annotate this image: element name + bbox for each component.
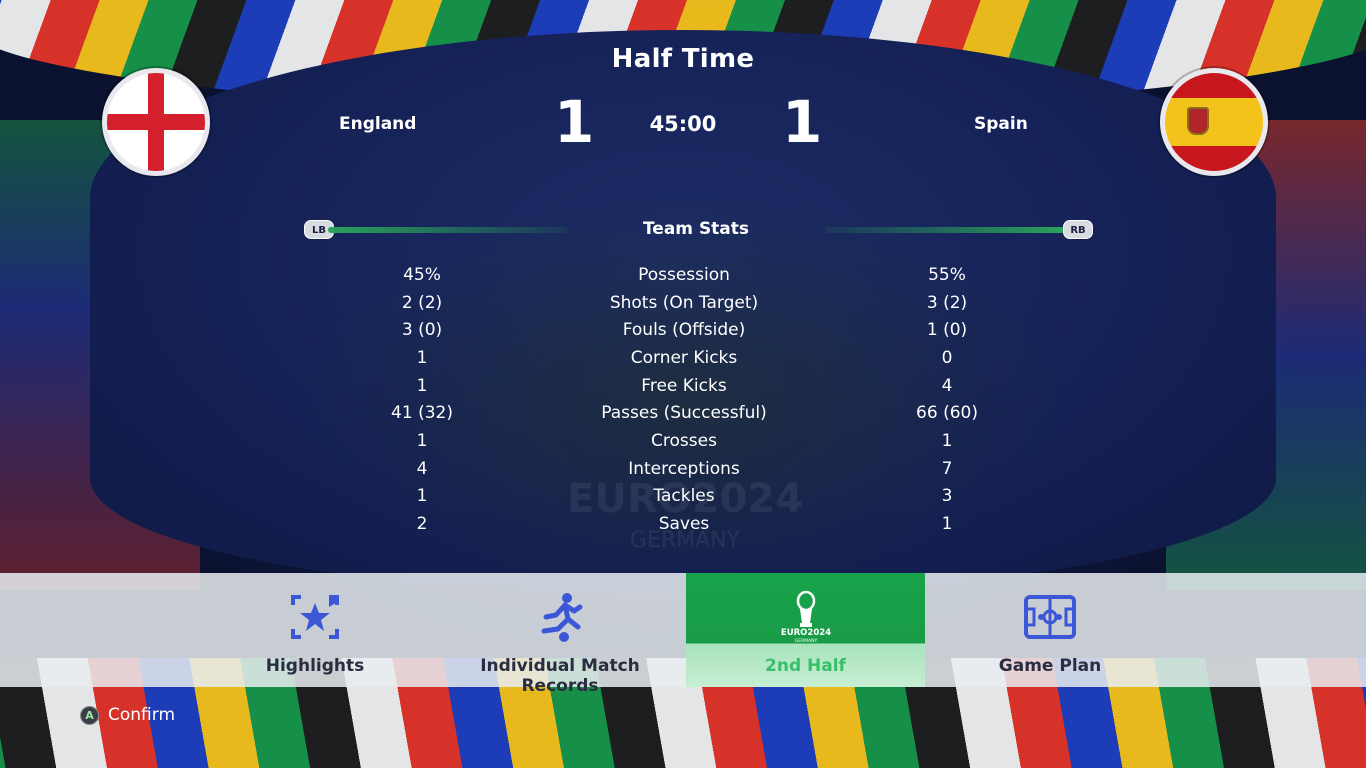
euro-icon-subtext: GERMANY	[794, 638, 817, 644]
stat-home-value: 1	[416, 348, 428, 368]
game-plan-pitch-icon	[1024, 595, 1076, 639]
stat-label: Shots (On Target)	[609, 293, 759, 313]
page-title: Half Time	[611, 44, 755, 74]
stat-home-value: 1	[416, 376, 428, 396]
stat-away-value: 7	[941, 459, 953, 479]
stats-header: LB Team Stats RB	[300, 218, 1093, 242]
menu-item-2nd-half[interactable]: EURO2024 GERMANY 2nd Half	[686, 573, 925, 687]
stat-label: Possession	[638, 265, 730, 285]
away-team-name: Spain	[974, 114, 1028, 134]
a-button-icon: A	[80, 706, 99, 725]
left-divider-bar	[328, 227, 568, 233]
stat-label: Tackles	[653, 486, 715, 506]
away-score: 1	[782, 88, 823, 156]
stat-row: 2 (2) Shots (On Target) 3 (2)	[300, 293, 1093, 319]
stat-label: Corner Kicks	[630, 348, 738, 368]
menu-item-label: 2nd Half	[765, 656, 846, 676]
flag-cross-vertical	[148, 73, 164, 171]
spain-crest-icon	[1187, 107, 1209, 135]
stat-home-value: 41 (32)	[391, 403, 453, 423]
stat-row: 1 Free Kicks 4	[300, 376, 1093, 402]
stat-row: 1 Corner Kicks 0	[300, 348, 1093, 374]
home-score: 1	[554, 88, 595, 156]
stat-home-value: 1	[416, 431, 428, 451]
stat-away-value: 3 (2)	[926, 293, 968, 313]
stat-home-value: 3 (0)	[401, 320, 443, 340]
stat-row: 4 Interceptions 7	[300, 459, 1093, 485]
stat-away-value: 1	[941, 431, 953, 451]
flag-stripe-top	[1165, 73, 1263, 98]
stat-row: 1 Tackles 3	[300, 486, 1093, 512]
euro-trophy-icon: EURO2024 GERMANY	[780, 590, 831, 644]
menu-item-label: Game Plan	[998, 656, 1102, 676]
player-kick-icon	[541, 593, 583, 642]
menu-item-game-plan[interactable]: Game Plan	[930, 573, 1170, 687]
stat-away-value: 0	[941, 348, 953, 368]
menu-item-label: Individual Match Records	[480, 656, 640, 696]
stat-row: 1 Crosses 1	[300, 431, 1093, 457]
stats-title: Team Stats	[642, 219, 750, 239]
stat-home-value: 45%	[403, 265, 441, 285]
stat-label: Free Kicks	[641, 376, 727, 396]
stat-away-value: 4	[941, 376, 953, 396]
menu-item-label: Highlights	[265, 656, 365, 676]
home-team-name: England	[339, 114, 417, 134]
flag-stripe-middle	[1165, 98, 1263, 146]
rb-button[interactable]: RB	[1063, 220, 1093, 239]
stat-away-value: 1	[941, 514, 953, 534]
stat-home-value: 1	[416, 486, 428, 506]
stat-row: 45% Possession 55%	[300, 265, 1093, 291]
stat-row: 3 (0) Fouls (Offside) 1 (0)	[300, 320, 1093, 346]
menu-item-individual-match-records[interactable]: Individual Match Records	[440, 573, 680, 696]
stat-away-value: 66 (60)	[916, 403, 978, 423]
stat-away-value: 3	[941, 486, 953, 506]
stat-row: 41 (32) Passes (Successful) 66 (60)	[300, 403, 1093, 429]
flag-stripe-bottom	[1165, 146, 1263, 171]
stat-row: 2 Saves 1	[300, 514, 1093, 540]
stat-label: Passes (Successful)	[601, 403, 767, 423]
stat-label: Saves	[658, 514, 710, 534]
england-flag-icon	[102, 68, 210, 176]
spain-flag-icon	[1160, 68, 1268, 176]
match-clock: 45:00	[649, 112, 717, 136]
right-divider-bar	[825, 227, 1065, 233]
stat-home-value: 2 (2)	[401, 293, 443, 313]
menu-item-highlights[interactable]: Highlights	[195, 573, 435, 687]
stat-label: Fouls (Offside)	[622, 320, 746, 340]
halftime-menu: Highlights Individual Match Records EURO…	[0, 573, 1366, 696]
highlights-star-icon	[291, 595, 339, 639]
stat-away-value: 55%	[928, 265, 966, 285]
stat-label: Crosses	[651, 431, 717, 451]
stat-home-value: 2	[416, 514, 428, 534]
stat-away-value: 1 (0)	[926, 320, 968, 340]
euro-icon-text: EURO2024	[780, 628, 830, 638]
stat-label: Interceptions	[628, 459, 740, 479]
confirm-label: Confirm	[108, 705, 176, 725]
stat-home-value: 4	[416, 459, 428, 479]
